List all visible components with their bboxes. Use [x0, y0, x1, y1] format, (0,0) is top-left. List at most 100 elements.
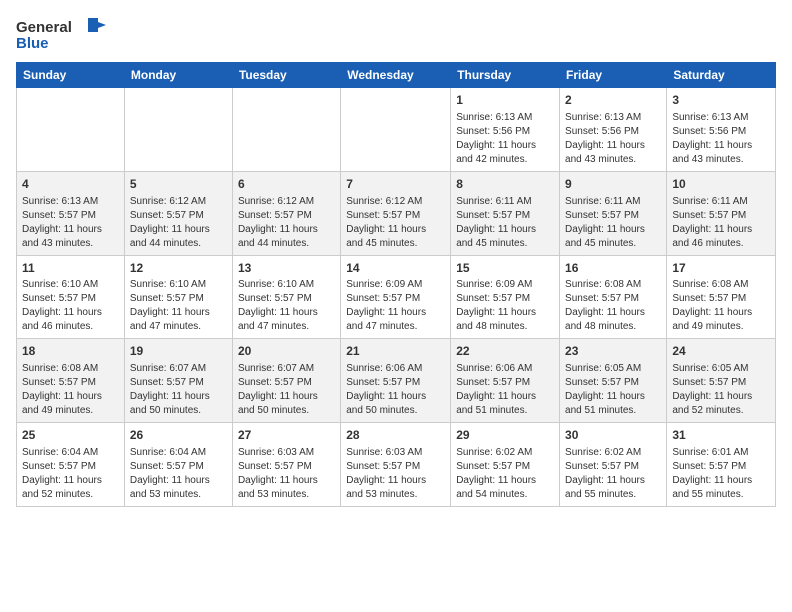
week-row-2: 4Sunrise: 6:13 AM Sunset: 5:57 PM Daylig… [17, 171, 776, 255]
day-header-friday: Friday [560, 63, 667, 88]
svg-text:General: General [16, 19, 72, 36]
calendar-cell [17, 88, 125, 172]
calendar-cell: 26 Sunrise: 6:04 AM Sunset: 5:57 PM Dayli… [124, 423, 232, 507]
day-info: Sunrise: 6:10 AM Sunset: 5:57 PM Dayligh… [22, 278, 119, 334]
day-info: Sunrise: 6:12 AM Sunset: 5:57 PM Dayligh… [238, 195, 335, 251]
day-number: 17 [672, 260, 770, 277]
day-number: 27 [238, 427, 335, 444]
day-number: 1 [456, 92, 554, 109]
calendar-cell: 3 Sunrise: 6:13 AM Sunset: 5:56 PM Daylig… [667, 88, 776, 172]
calendar-cell: 31 Sunrise: 6:01 AM Sunset: 5:57 PM Dayli… [667, 423, 776, 507]
day-info: Sunrise: 6:12 AM Sunset: 5:57 PM Dayligh… [130, 195, 227, 251]
day-number: 20 [238, 343, 335, 360]
day-info: Sunrise: 6:07 AM Sunset: 5:57 PM Dayligh… [130, 362, 227, 418]
calendar-cell: 27 Sunrise: 6:03 AM Sunset: 5:57 PM Dayli… [232, 423, 340, 507]
calendar-cell: 10 Sunrise: 6:11 AM Sunset: 5:57 PM Dayli… [667, 171, 776, 255]
day-info: Sunrise: 6:08 AM Sunset: 5:57 PM Dayligh… [22, 362, 119, 418]
calendar-cell: 22Sunrise: 6:06 AM Sunset: 5:57 PM Dayli… [451, 339, 560, 423]
day-header-monday: Monday [124, 63, 232, 88]
week-row-5: 25 Sunrise: 6:04 AM Sunset: 5:57 PM Dayli… [17, 423, 776, 507]
calendar-cell: 30 Sunrise: 6:02 AM Sunset: 5:57 PM Dayli… [560, 423, 667, 507]
svg-text:Blue: Blue [16, 35, 49, 52]
day-info: Sunrise: 6:12 AM Sunset: 5:57 PM Dayligh… [346, 195, 445, 251]
calendar-cell: 2 Sunrise: 6:13 AM Sunset: 5:56 PM Daylig… [560, 88, 667, 172]
day-info: Sunrise: 6:03 AM Sunset: 5:57 PM Dayligh… [238, 446, 335, 502]
day-number: 23 [565, 343, 661, 360]
day-info: Sunrise: 6:02 AM Sunset: 5:57 PM Dayligh… [565, 446, 661, 502]
day-header-thursday: Thursday [451, 63, 560, 88]
day-info: Sunrise: 6:05 AM Sunset: 5:57 PM Dayligh… [565, 362, 661, 418]
day-info: Sunrise: 6:09 AM Sunset: 5:57 PM Dayligh… [456, 278, 554, 334]
day-info: Sunrise: 6:01 AM Sunset: 5:57 PM Dayligh… [672, 446, 770, 502]
calendar-cell: 24 Sunrise: 6:05 AM Sunset: 5:57 PM Dayli… [667, 339, 776, 423]
calendar-cell: 11Sunrise: 6:10 AM Sunset: 5:57 PM Dayli… [17, 255, 125, 339]
day-number: 3 [672, 92, 770, 109]
day-info: Sunrise: 6:10 AM Sunset: 5:57 PM Dayligh… [130, 278, 227, 334]
day-info: Sunrise: 6:08 AM Sunset: 5:57 PM Dayligh… [565, 278, 661, 334]
day-info: Sunrise: 6:04 AM Sunset: 5:57 PM Dayligh… [22, 446, 119, 502]
day-number: 31 [672, 427, 770, 444]
day-number: 10 [672, 176, 770, 193]
days-header-row: SundayMondayTuesdayWednesdayThursdayFrid… [17, 63, 776, 88]
calendar-cell: 17Sunrise: 6:08 AM Sunset: 5:57 PM Dayli… [667, 255, 776, 339]
day-header-wednesday: Wednesday [341, 63, 451, 88]
calendar-cell: 25 Sunrise: 6:04 AM Sunset: 5:57 PM Dayli… [17, 423, 125, 507]
day-number: 15 [456, 260, 554, 277]
calendar-cell: 9Sunrise: 6:11 AM Sunset: 5:57 PM Daylig… [560, 171, 667, 255]
day-info: Sunrise: 6:13 AM Sunset: 5:57 PM Dayligh… [22, 195, 119, 251]
day-info: Sunrise: 6:09 AM Sunset: 5:57 PM Dayligh… [346, 278, 445, 334]
day-number: 16 [565, 260, 661, 277]
calendar-cell: 20Sunrise: 6:07 AM Sunset: 5:57 PM Dayli… [232, 339, 340, 423]
day-number: 29 [456, 427, 554, 444]
day-header-saturday: Saturday [667, 63, 776, 88]
day-number: 22 [456, 343, 554, 360]
day-number: 28 [346, 427, 445, 444]
calendar-cell: 23 Sunrise: 6:05 AM Sunset: 5:57 PM Dayli… [560, 339, 667, 423]
day-number: 13 [238, 260, 335, 277]
calendar-cell: 13Sunrise: 6:10 AM Sunset: 5:57 PM Dayli… [232, 255, 340, 339]
day-number: 24 [672, 343, 770, 360]
day-info: Sunrise: 6:08 AM Sunset: 5:57 PM Dayligh… [672, 278, 770, 334]
day-info: Sunrise: 6:02 AM Sunset: 5:57 PM Dayligh… [456, 446, 554, 502]
day-info: Sunrise: 6:10 AM Sunset: 5:57 PM Dayligh… [238, 278, 335, 334]
calendar-cell: 6 Sunrise: 6:12 AM Sunset: 5:57 PM Daylig… [232, 171, 340, 255]
calendar-cell: 28 Sunrise: 6:03 AM Sunset: 5:57 PM Dayli… [341, 423, 451, 507]
logo-svg: GeneralBlue [16, 16, 106, 54]
day-info: Sunrise: 6:05 AM Sunset: 5:57 PM Dayligh… [672, 362, 770, 418]
calendar-cell: 12Sunrise: 6:10 AM Sunset: 5:57 PM Dayli… [124, 255, 232, 339]
day-header-tuesday: Tuesday [232, 63, 340, 88]
calendar-cell: 21 Sunrise: 6:06 AM Sunset: 5:57 PM Dayli… [341, 339, 451, 423]
day-number: 8 [456, 176, 554, 193]
day-info: Sunrise: 6:11 AM Sunset: 5:57 PM Dayligh… [456, 195, 554, 251]
day-info: Sunrise: 6:13 AM Sunset: 5:56 PM Dayligh… [565, 111, 661, 167]
day-number: 2 [565, 92, 661, 109]
day-info: Sunrise: 6:04 AM Sunset: 5:57 PM Dayligh… [130, 446, 227, 502]
week-row-4: 18Sunrise: 6:08 AM Sunset: 5:57 PM Dayli… [17, 339, 776, 423]
logo: GeneralBlue [16, 16, 106, 54]
calendar-cell: 15Sunrise: 6:09 AM Sunset: 5:57 PM Dayli… [451, 255, 560, 339]
day-number: 21 [346, 343, 445, 360]
day-number: 30 [565, 427, 661, 444]
day-info: Sunrise: 6:11 AM Sunset: 5:57 PM Dayligh… [565, 195, 661, 251]
calendar-cell: 19 Sunrise: 6:07 AM Sunset: 5:57 PM Dayli… [124, 339, 232, 423]
calendar-cell: 14Sunrise: 6:09 AM Sunset: 5:57 PM Dayli… [341, 255, 451, 339]
day-info: Sunrise: 6:11 AM Sunset: 5:57 PM Dayligh… [672, 195, 770, 251]
day-number: 26 [130, 427, 227, 444]
day-number: 6 [238, 176, 335, 193]
day-info: Sunrise: 6:03 AM Sunset: 5:57 PM Dayligh… [346, 446, 445, 502]
day-number: 19 [130, 343, 227, 360]
day-number: 14 [346, 260, 445, 277]
page-header: GeneralBlue [16, 16, 776, 54]
calendar-cell: 18Sunrise: 6:08 AM Sunset: 5:57 PM Dayli… [17, 339, 125, 423]
day-number: 11 [22, 260, 119, 277]
day-number: 25 [22, 427, 119, 444]
day-info: Sunrise: 6:13 AM Sunset: 5:56 PM Dayligh… [672, 111, 770, 167]
week-row-1: 1 Sunrise: 6:13 AM Sunset: 5:56 PM Daylig… [17, 88, 776, 172]
day-number: 5 [130, 176, 227, 193]
calendar-cell: 16Sunrise: 6:08 AM Sunset: 5:57 PM Dayli… [560, 255, 667, 339]
day-info: Sunrise: 6:06 AM Sunset: 5:57 PM Dayligh… [346, 362, 445, 418]
calendar-cell [232, 88, 340, 172]
day-info: Sunrise: 6:13 AM Sunset: 5:56 PM Dayligh… [456, 111, 554, 167]
calendar-cell [124, 88, 232, 172]
calendar-cell: 8 Sunrise: 6:11 AM Sunset: 5:57 PM Daylig… [451, 171, 560, 255]
